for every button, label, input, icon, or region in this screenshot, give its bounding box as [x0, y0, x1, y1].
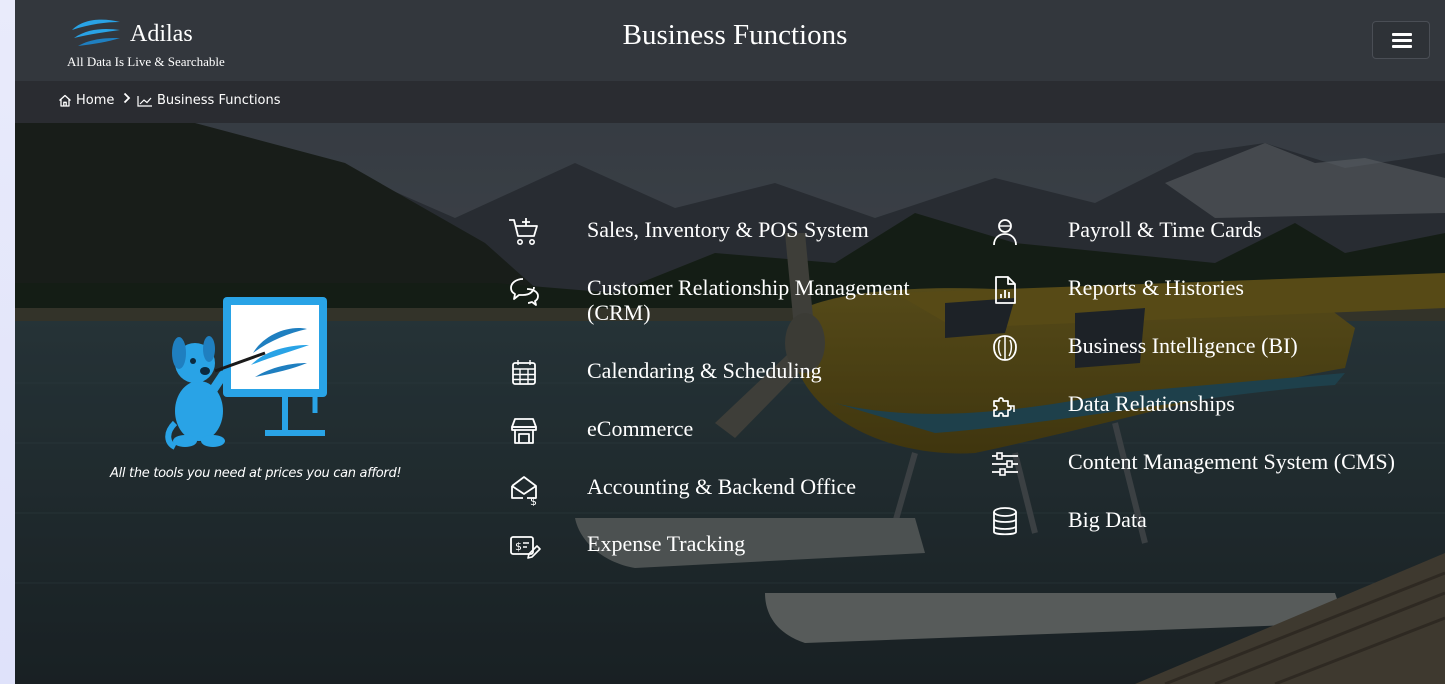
chevron-right-icon: [122, 91, 136, 105]
function-label: Payroll & Time Cards: [1068, 217, 1262, 242]
breadcrumb: Home Business Functions: [15, 81, 1445, 123]
line-chart-icon: [137, 95, 152, 107]
page-edge: [0, 0, 15, 684]
user-icon: [993, 219, 1017, 246]
brain-icon: [993, 335, 1017, 361]
svg-text:$: $: [530, 495, 537, 506]
function-label: Data Relationships: [1068, 391, 1235, 416]
function-label: Accounting & Backend Office: [587, 474, 857, 499]
envelope-dollar-icon: $: [511, 476, 537, 506]
hero-section: All the tools you need at prices you can…: [15, 123, 1445, 684]
function-label: Customer Relationship Management: [587, 275, 910, 300]
function-label-line2: (CRM): [587, 300, 651, 325]
app-frame: Adilas All Data Is Live & Searchable Bus…: [15, 0, 1445, 684]
report-file-icon: [995, 276, 1016, 304]
receipt-pencil-icon: $: [510, 536, 541, 559]
svg-text:$: $: [515, 540, 522, 553]
hamburger-icon: [1392, 33, 1412, 36]
function-label: eCommerce: [587, 416, 694, 441]
hamburger-icon-bar: [1392, 39, 1412, 42]
function-label: Content Management System (CMS): [1068, 449, 1395, 474]
breadcrumb-home-link[interactable]: Home: [58, 93, 114, 108]
mascot-dog-presentation-illustration: [165, 297, 327, 450]
calendar-icon: [512, 360, 536, 385]
hero-tagline: All the tools you need at prices you can…: [110, 466, 402, 481]
function-label: Business Intelligence (BI): [1068, 333, 1298, 358]
function-label: Big Data: [1068, 507, 1147, 532]
sliders-icon: [992, 452, 1018, 476]
database-icon: [993, 507, 1017, 536]
function-label: Sales, Inventory & POS System: [587, 217, 869, 242]
breadcrumb-current-label: Business Functions: [157, 93, 281, 108]
storefront-icon: [511, 418, 537, 444]
top-header: Adilas All Data Is Live & Searchable Bus…: [15, 0, 1445, 81]
brand-tagline: All Data Is Live & Searchable: [67, 54, 225, 69]
function-label: Expense Tracking: [587, 531, 746, 556]
chat-bubbles-icon: [510, 278, 539, 306]
breadcrumb-home-label: Home: [76, 93, 115, 108]
puzzle-icon: [993, 397, 1015, 417]
cart-plus-icon: [509, 218, 538, 245]
breadcrumb-current: Business Functions: [137, 93, 281, 108]
function-label: Calendaring & Scheduling: [587, 358, 822, 383]
menu-toggle-button[interactable]: [1372, 21, 1430, 59]
function-label: Reports & Histories: [1068, 275, 1244, 300]
hamburger-icon-bar: [1392, 45, 1412, 48]
home-icon: [59, 94, 71, 107]
page-title: Business Functions: [622, 19, 848, 51]
